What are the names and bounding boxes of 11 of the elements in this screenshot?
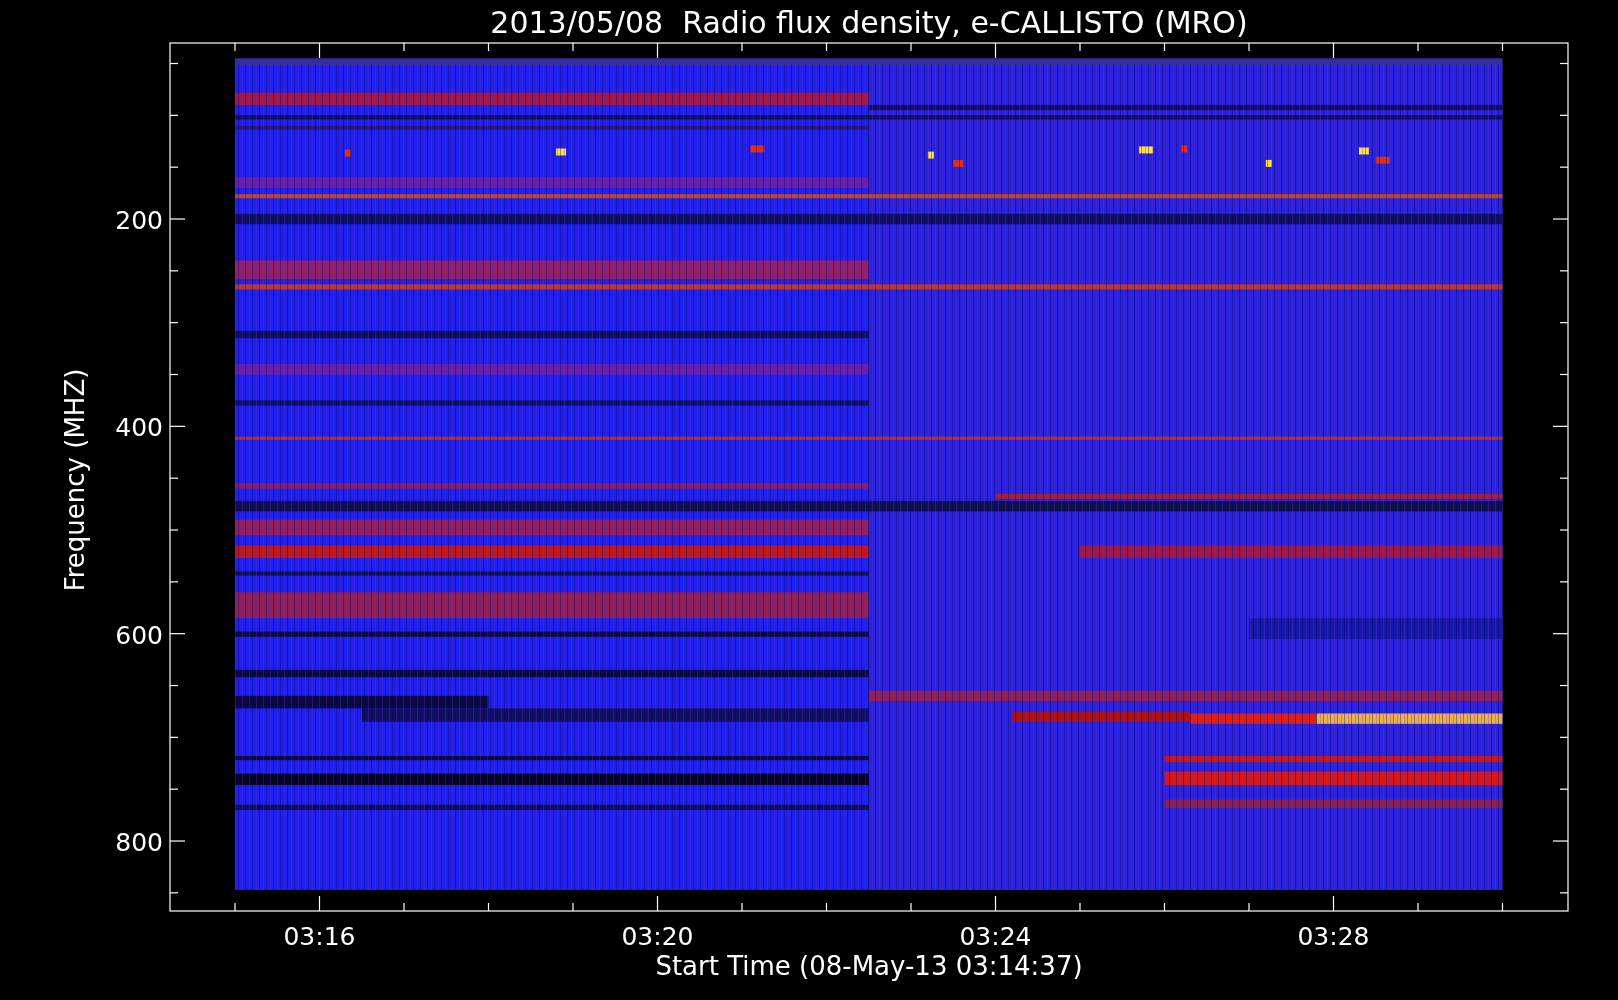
- chart-title: 2013/05/08 Radio flux density, e-CALLISTO (MRO): [490, 5, 1248, 40]
- tick-label: 03:24: [959, 922, 1032, 951]
- tick-label: 03:16: [283, 922, 356, 951]
- tick-label: 600: [115, 620, 163, 650]
- tick-label: 03:28: [1297, 922, 1370, 951]
- tick-label: 400: [115, 413, 163, 443]
- tick-label: 200: [115, 206, 163, 235]
- axis-title: Start Time (08-May-13 03:14:37): [655, 951, 1083, 981]
- tick-label: 03:20: [621, 922, 694, 951]
- tick-label: 800: [115, 828, 163, 857]
- axis-title: Frequency (MHZ): [60, 368, 90, 592]
